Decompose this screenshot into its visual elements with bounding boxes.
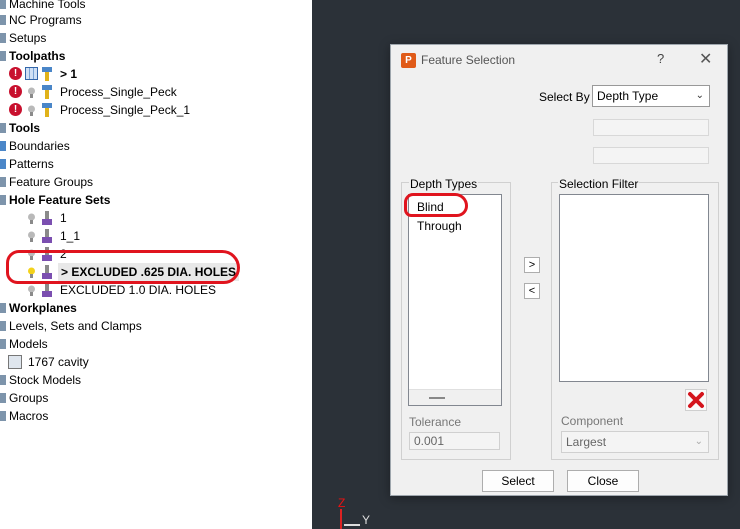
disabled-field-1 bbox=[593, 119, 709, 136]
component-value: Largest bbox=[566, 435, 607, 449]
annotation-highlight-ellipse bbox=[6, 250, 240, 284]
hole-icon bbox=[41, 283, 53, 297]
tolerance-label: Tolerance bbox=[409, 415, 462, 429]
feature-groups-icon bbox=[0, 177, 6, 187]
add-filter-button[interactable]: > bbox=[524, 257, 540, 273]
help-button[interactable]: ? bbox=[657, 51, 664, 66]
toolpaths-icon bbox=[0, 51, 6, 61]
workplanes-icon bbox=[0, 303, 6, 313]
disabled-field-2 bbox=[593, 147, 709, 164]
drill-tool-icon bbox=[41, 103, 53, 117]
selection-filter-list[interactable] bbox=[559, 194, 709, 382]
chevron-down-icon: ⌄ bbox=[695, 90, 704, 101]
machine-tools-icon bbox=[0, 0, 6, 9]
axis-y-label: Y bbox=[362, 513, 371, 527]
groups-icon bbox=[0, 393, 6, 403]
scroll-thumb bbox=[429, 397, 445, 399]
lightbulb-icon bbox=[27, 284, 36, 296]
error-icon: ! bbox=[9, 103, 22, 116]
lightbulb-icon bbox=[27, 86, 36, 98]
lightbulb-icon bbox=[27, 230, 36, 242]
component-dropdown: Largest ⌄ bbox=[561, 431, 709, 453]
remove-filter-button[interactable]: < bbox=[524, 283, 540, 299]
levels-icon bbox=[0, 321, 6, 331]
depth-types-label: Depth Types bbox=[409, 177, 479, 191]
hole-icon bbox=[41, 229, 53, 243]
drill-tool-icon bbox=[41, 67, 53, 81]
close-icon[interactable]: ✕ bbox=[699, 49, 712, 69]
dialog-title: Feature Selection bbox=[421, 53, 516, 67]
select-by-value: Depth Type bbox=[597, 89, 659, 103]
lightbulb-icon bbox=[27, 212, 36, 224]
hole-icon bbox=[41, 211, 53, 225]
explorer-tree: Machine Tools NC Programs Setups Toolpat… bbox=[0, 0, 312, 529]
chevron-down-icon: ⌄ bbox=[694, 436, 703, 447]
drill-tool-icon bbox=[41, 85, 53, 99]
select-button[interactable]: Select bbox=[482, 470, 554, 492]
select-by-dropdown[interactable]: Depth Type ⌄ bbox=[592, 85, 710, 107]
axis-z-label: Z bbox=[338, 496, 346, 510]
dialog-titlebar[interactable]: P Feature Selection ? ✕ bbox=[391, 45, 727, 75]
error-icon: ! bbox=[9, 85, 22, 98]
nc-programs-icon bbox=[0, 15, 6, 25]
grid-icon bbox=[25, 67, 38, 80]
lightbulb-icon bbox=[27, 104, 36, 116]
axis-z-line bbox=[340, 509, 342, 529]
delete-button[interactable] bbox=[685, 389, 707, 411]
tools-icon bbox=[0, 123, 6, 133]
axis-y-line bbox=[344, 524, 360, 526]
boundaries-icon bbox=[0, 141, 6, 151]
app-icon: P bbox=[401, 53, 416, 68]
close-button[interactable]: Close bbox=[567, 470, 639, 492]
feature-selection-dialog: P Feature Selection ? ✕ Select By Depth … bbox=[390, 44, 728, 496]
setups-icon bbox=[0, 33, 6, 43]
tolerance-input: 0.001 bbox=[409, 432, 500, 450]
error-icon: ! bbox=[9, 67, 22, 80]
delete-x-icon bbox=[688, 392, 704, 408]
list-item-through[interactable]: Through bbox=[417, 219, 462, 233]
macros-icon bbox=[0, 411, 6, 421]
selection-filter-label: Selection Filter bbox=[558, 177, 640, 191]
component-label: Component bbox=[561, 414, 624, 428]
stock-models-icon bbox=[0, 375, 6, 385]
select-by-label: Select By bbox=[539, 90, 590, 104]
models-icon bbox=[0, 339, 6, 349]
model-icon bbox=[8, 355, 22, 369]
hole-feature-sets-icon bbox=[0, 195, 6, 205]
patterns-icon bbox=[0, 159, 6, 169]
horizontal-scrollbar[interactable] bbox=[409, 389, 501, 405]
depth-types-list[interactable]: Blind Through bbox=[408, 194, 502, 406]
annotation-highlight-ellipse bbox=[404, 193, 468, 217]
